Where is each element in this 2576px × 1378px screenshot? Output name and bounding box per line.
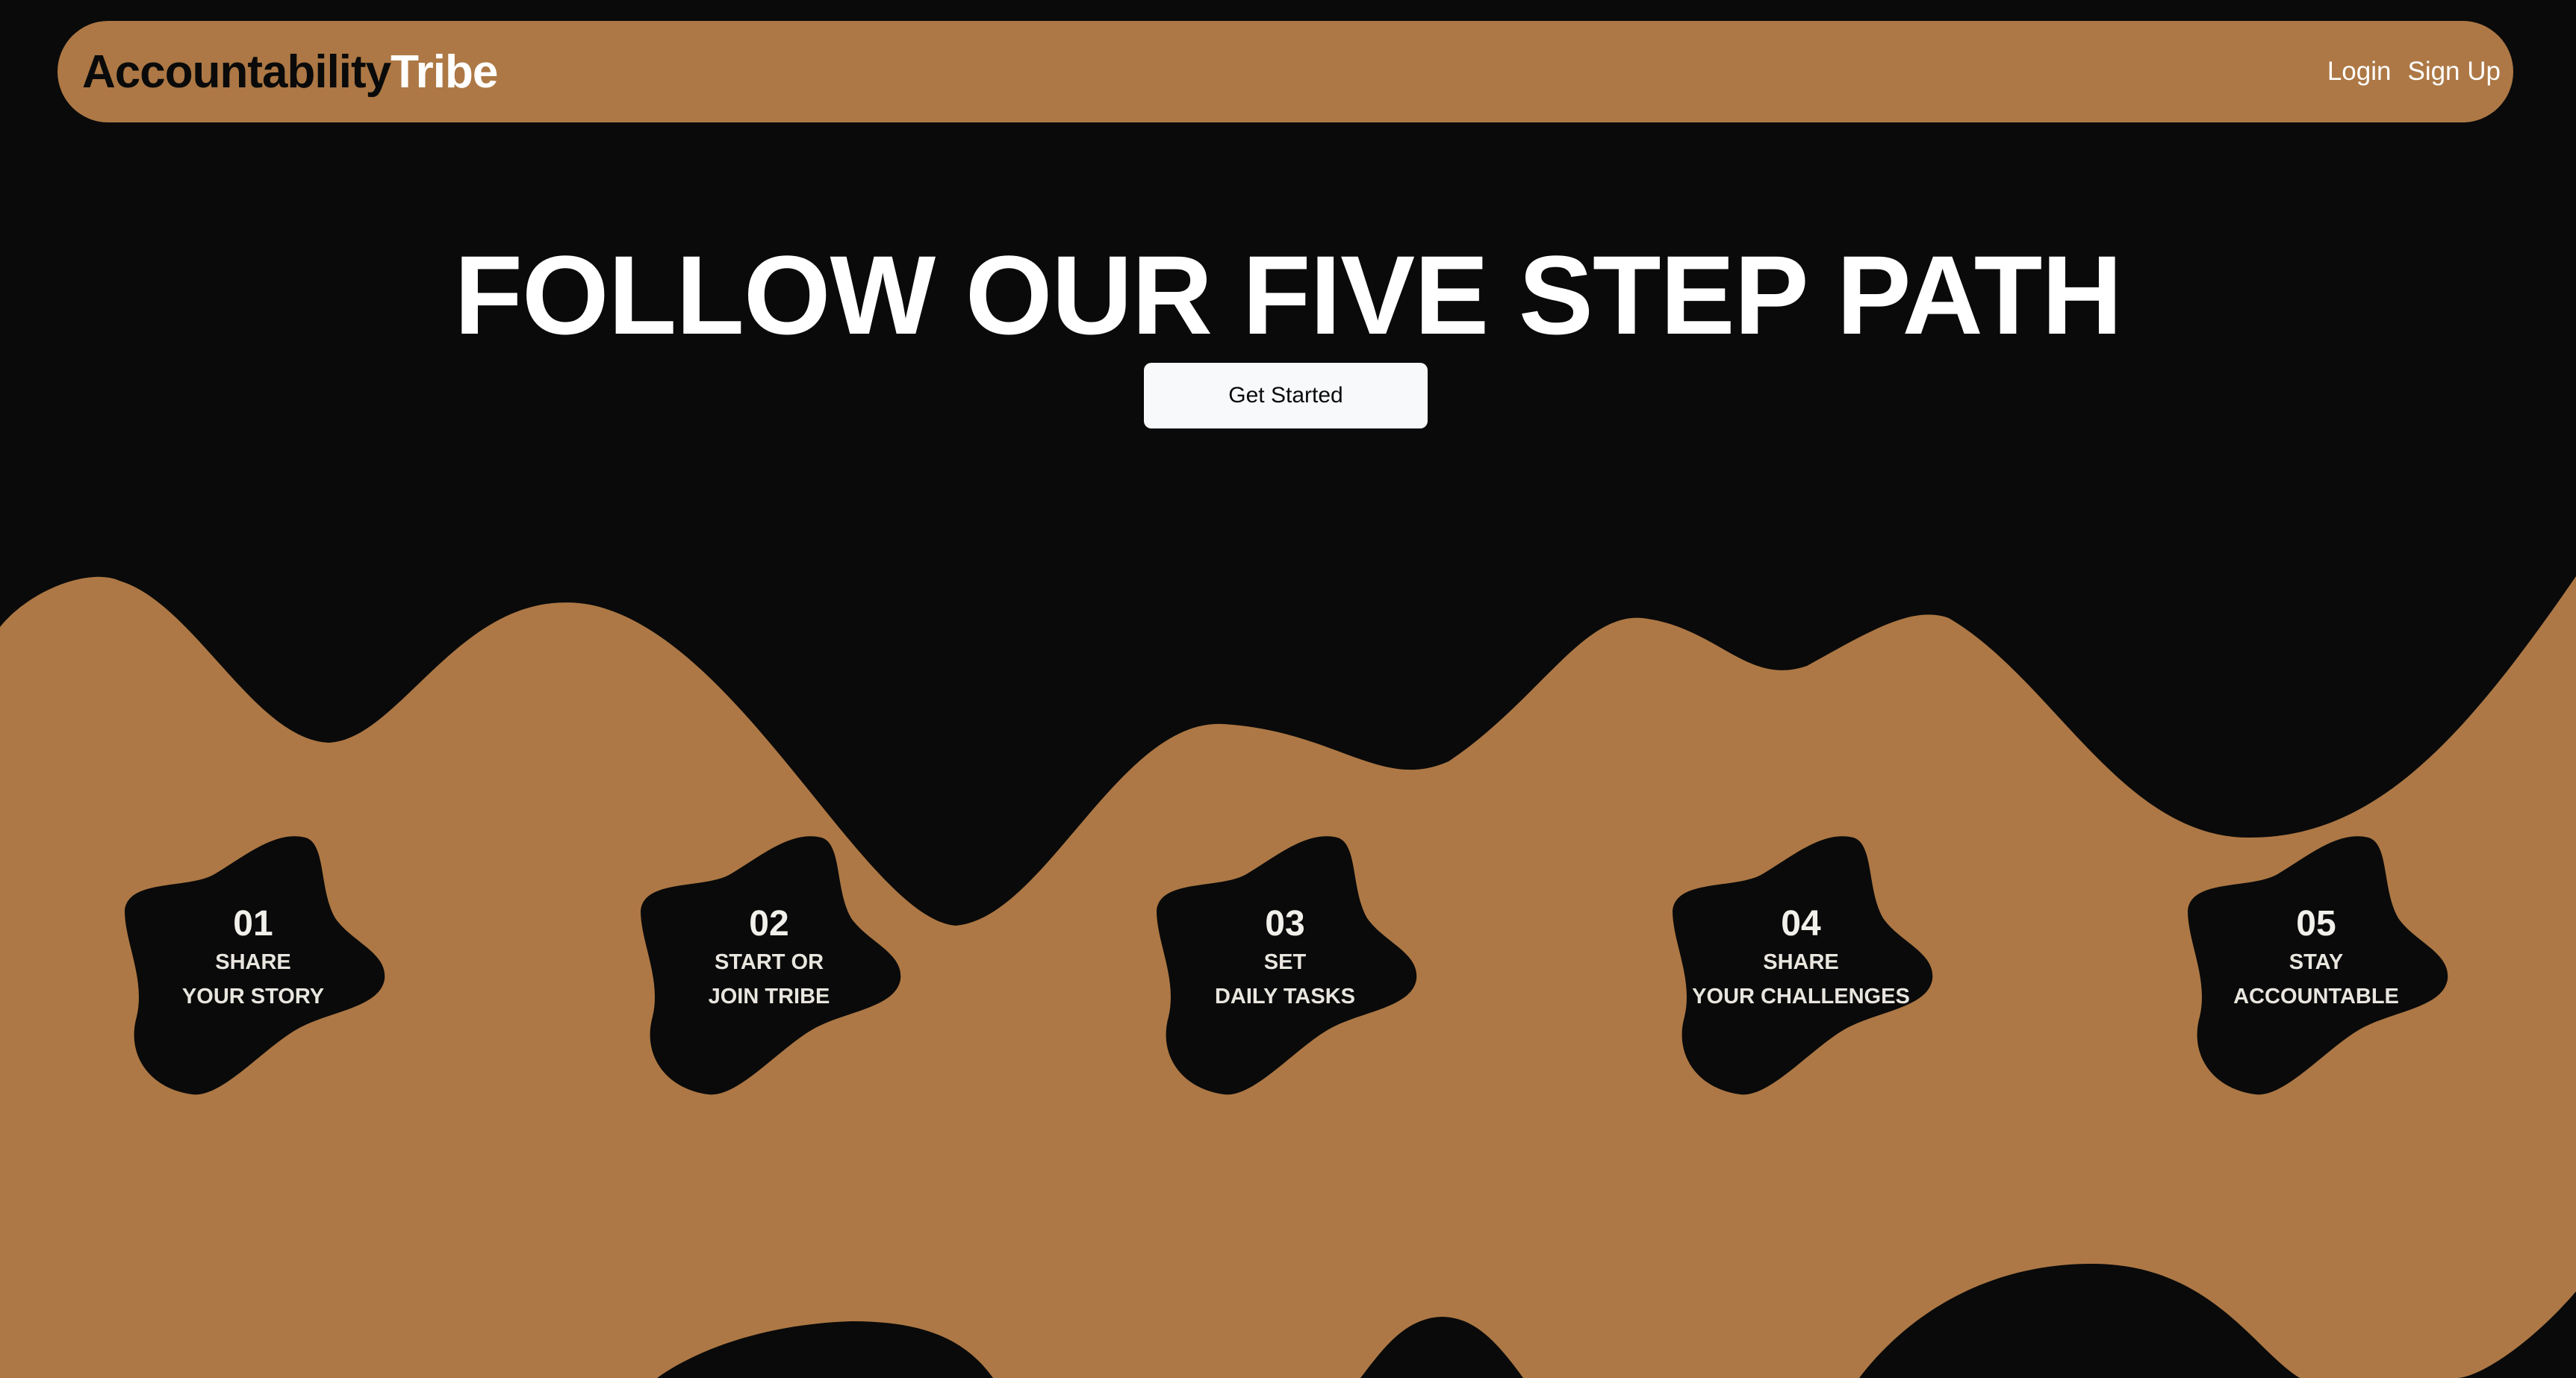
step-number: 05 bbox=[2296, 904, 2336, 944]
step-number: 02 bbox=[749, 904, 789, 944]
step-card-3: 03 SET DAILY TASKS bbox=[1151, 830, 1419, 1099]
step-text: 05 STAY ACCOUNTABLE bbox=[2182, 903, 2451, 1014]
step-number: 01 bbox=[233, 904, 273, 944]
step-text: 02 START OR JOIN TRIBE bbox=[635, 903, 903, 1014]
step-title-line-1: SHARE bbox=[215, 950, 291, 974]
step-title-line-2: YOUR CHALLENGES bbox=[1692, 985, 1910, 1008]
step-card-4: 04 SHARE YOUR CHALLENGES bbox=[1667, 830, 1935, 1099]
step-card-5: 05 STAY ACCOUNTABLE bbox=[2182, 830, 2451, 1099]
step-text: 01 SHARE YOUR STORY bbox=[119, 903, 388, 1014]
step-number: 04 bbox=[1781, 904, 1821, 944]
step-card-2: 02 START OR JOIN TRIBE bbox=[635, 830, 903, 1099]
step-title-line-2: JOIN TRIBE bbox=[708, 985, 830, 1008]
step-title-line-1: SHARE bbox=[1763, 950, 1839, 974]
step-title-line-1: SET bbox=[1263, 950, 1307, 974]
page: Accountability Tribe Login Sign Up FOLLOW… bbox=[0, 0, 2576, 1378]
step-card-1: 01 SHARE YOUR STORY bbox=[119, 830, 388, 1099]
step-number: 03 bbox=[1265, 904, 1305, 944]
step-title-line-1: STAY bbox=[2289, 950, 2344, 974]
step-title-line-2: YOUR STORY bbox=[181, 985, 325, 1008]
step-title-line-2: ACCOUNTABLE bbox=[2233, 985, 2399, 1008]
step-title-line-1: START OR bbox=[714, 950, 824, 974]
step-text: 04 SHARE YOUR CHALLENGES bbox=[1667, 903, 1935, 1014]
step-title-line-2: DAILY TASKS bbox=[1214, 985, 1355, 1008]
steps-section: 01 SHARE YOUR STORY 02 START OR JOIN TRI… bbox=[0, 0, 2576, 1378]
step-text: 03 SET DAILY TASKS bbox=[1151, 903, 1419, 1014]
